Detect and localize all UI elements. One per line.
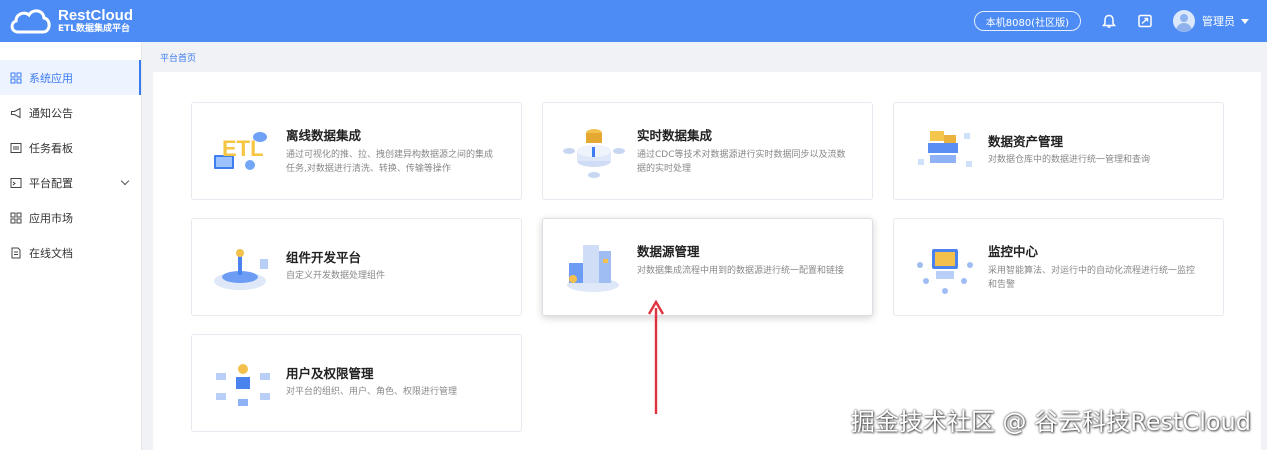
user-permission-icon (216, 364, 270, 406)
chevron-down-icon[interactable] (120, 176, 130, 186)
card-description: 对数据仓库中的数据进行统一管理和查询 (988, 155, 1151, 165)
card-title: 离线数据集成 (286, 128, 362, 143)
document-icon (11, 247, 21, 258)
sidebar-item-notices[interactable]: 通知公告 (0, 95, 141, 130)
card-offline-integration[interactable]: ETL 离线数据集成 通过可视化的推、拉、拽创建异构数据源之间的集成任务,对数据… (191, 102, 522, 200)
card-title: 实时数据集成 (637, 128, 713, 143)
card-realtime-integration[interactable]: 实时数据集成 通过CDC等技术对数据源进行实时数据同步以及流数据的实时处理 (542, 102, 873, 200)
sidebar-item-system-apps[interactable]: 系统应用 (0, 60, 141, 95)
sidebar-item-label: 任务看板 (29, 141, 73, 155)
card-user-permissions[interactable]: 用户及权限管理 对平台的组织、用户、角色、权限进行管理 (191, 334, 522, 432)
sidebar-item-platform-config[interactable]: 平台配置 (0, 165, 141, 200)
app-grid-panel: ETL 离线数据集成 通过可视化的推、拉、拽创建异构数据源之间的集成任务,对数据… (153, 72, 1261, 450)
user-name[interactable]: 管理员 (1202, 13, 1235, 29)
logo[interactable]: RestCloud ETL数据集成平台 (8, 5, 133, 37)
top-header: RestCloud ETL数据集成平台 本机8080(社区版) 管理员 (0, 0, 1267, 42)
card-title: 用户及权限管理 (286, 366, 374, 381)
sidebar-item-online-docs[interactable]: 在线文档 (0, 235, 141, 270)
realtime-db-icon (563, 129, 625, 178)
card-title: 数据资产管理 (988, 134, 1064, 149)
caret-down-icon[interactable] (1241, 18, 1249, 24)
card-title: 监控中心 (988, 244, 1039, 259)
breadcrumb[interactable]: 平台首页 (160, 51, 196, 64)
grid-icon (10, 72, 22, 83)
avatar[interactable] (1173, 10, 1195, 32)
card-component-dev[interactable]: 组件开发平台 自定义开发数据处理组件 (191, 218, 522, 316)
etl-illustration-icon: ETL (214, 132, 267, 170)
sidebar-item-label: 应用市场 (29, 211, 73, 225)
sidebar: 系统应用 通知公告 任务看板 平台配置 应用市场 在线文档 (0, 42, 142, 450)
sidebar-item-task-board[interactable]: 任务看板 (0, 130, 141, 165)
cloud-logo-icon (10, 9, 51, 34)
sidebar-item-label: 通知公告 (29, 106, 73, 120)
card-datasource-management[interactable]: 数据源管理 对数据集成流程中用到的数据源进行统一配置和链接 (542, 218, 873, 316)
card-description: 通过CDC等技术对数据源进行实时数据同步以及流数据的实时处理 (637, 150, 846, 174)
card-description: 自定义开发数据处理组件 (286, 271, 386, 281)
card-description: 采用智能算法、对运行中的自动化流程进行统一监控和告警 (988, 266, 1196, 290)
card-data-assets[interactable]: 数据资产管理 对数据仓库中的数据进行统一管理和查询 (893, 102, 1224, 200)
monitor-network-icon (917, 249, 973, 294)
bell-icon[interactable] (1101, 13, 1117, 29)
apps-icon (10, 212, 22, 223)
megaphone-icon (11, 107, 21, 118)
environment-selector[interactable]: 本机8080(社区版) (973, 11, 1081, 31)
card-description: 对平台的组织、用户、角色、权限进行管理 (286, 387, 458, 397)
sidebar-item-label: 平台配置 (29, 176, 73, 190)
logo-title: RestCloud (58, 7, 133, 24)
card-title: 数据源管理 (637, 244, 700, 259)
sidebar-item-label: 系统应用 (29, 71, 73, 85)
annotation-arrow-icon (647, 299, 665, 414)
sidebar-item-app-market[interactable]: 应用市场 (0, 200, 141, 235)
card-description: 通过可视化的推、拉、拽创建异构数据源之间的集成任务,对数据进行清洗、转换、传输等… (286, 150, 494, 174)
card-title: 组件开发平台 (286, 250, 362, 265)
datasource-server-icon (567, 245, 619, 292)
card-description: 对数据集成流程中用到的数据源进行统一配置和链接 (637, 266, 845, 276)
data-assets-icon (918, 131, 972, 167)
share-screen-icon[interactable] (1137, 13, 1153, 29)
card-monitoring-center[interactable]: 监控中心 采用智能算法、对运行中的自动化流程进行统一监控和告警 (893, 218, 1224, 316)
terminal-icon (10, 177, 22, 188)
watermark: 掘金技术社区 @ 谷云科技RestCloud (850, 408, 1251, 436)
sidebar-item-label: 在线文档 (29, 246, 73, 260)
board-icon (10, 142, 22, 153)
logo-subtitle: ETL数据集成平台 (58, 24, 131, 34)
joystick-platform-icon (214, 249, 268, 290)
